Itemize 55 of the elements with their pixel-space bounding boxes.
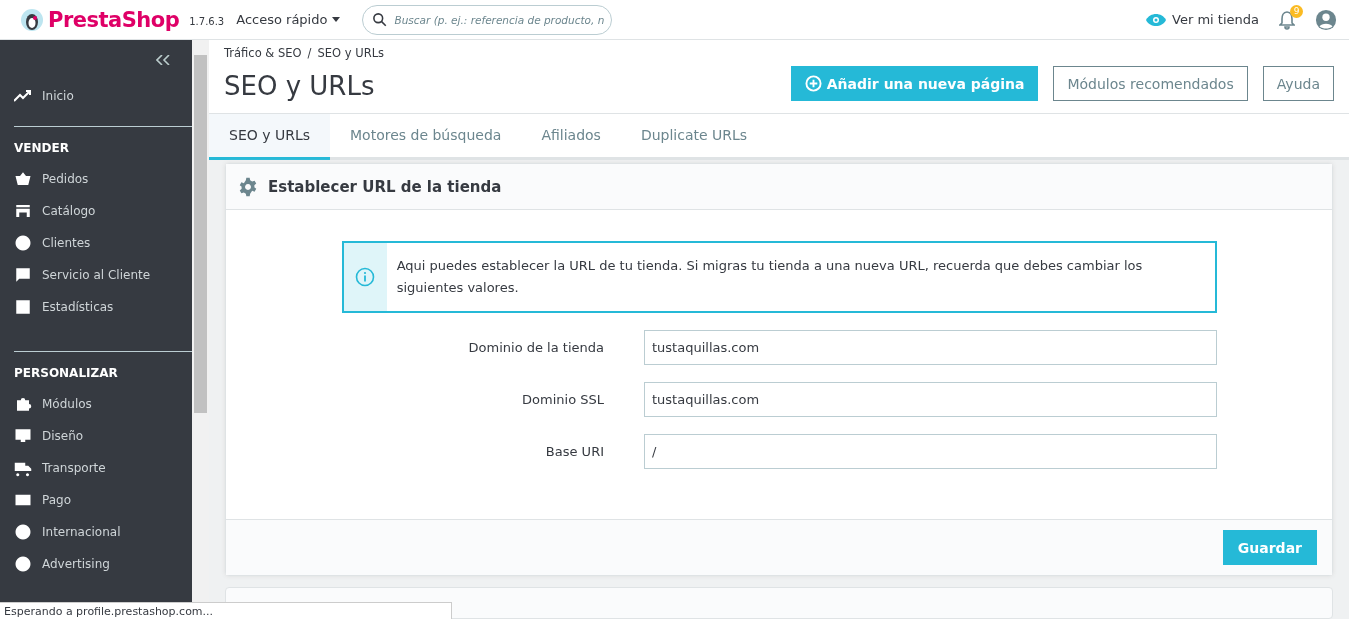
panel-title: Establecer URL de la tienda xyxy=(268,177,502,196)
eye-icon xyxy=(1146,13,1167,26)
version-text: 1.7.6.3 xyxy=(189,16,225,27)
tab[interactable]: Afiliados xyxy=(521,113,621,160)
chat-icon xyxy=(14,266,32,284)
info-icon xyxy=(355,267,376,287)
view-store-link[interactable]: Ver mi tienda xyxy=(1146,12,1259,27)
section-heading: VENDER xyxy=(13,140,70,157)
alert-message: Aqui puedes establecer la URL de tu tienda. Si migras tu tienda a una nueva URL, recuerda que debes cambiar los siguientes valores. xyxy=(395,257,1144,297)
status-tooltip: Esperando a profile.prestashop.com... xyxy=(0,602,452,619)
input-field[interactable]: tustaquillas.com xyxy=(644,382,1217,417)
breadcrumb-separator: / xyxy=(307,46,312,60)
toolbar-button[interactable]: Módulos recomendados xyxy=(1053,66,1248,101)
breadcrumb-link[interactable]: SEO y URLs xyxy=(317,46,385,60)
tab[interactable]: SEO y URLs xyxy=(209,113,330,160)
logo-text[interactable]: PrestaShop xyxy=(48,7,180,32)
field-label: Dominio SSL xyxy=(521,392,604,407)
notification-badge: 9 xyxy=(1290,4,1303,18)
sidebar-item[interactable]: Pago xyxy=(0,484,192,516)
store-icon xyxy=(14,202,32,220)
input-field[interactable]: / xyxy=(644,434,1217,469)
field-label: Dominio de la tienda xyxy=(467,340,604,355)
sidebar-item[interactable]: Estadísticas xyxy=(0,291,192,323)
sidebar-item[interactable]: Transporte xyxy=(0,452,192,484)
user-avatar-icon[interactable] xyxy=(1315,8,1337,31)
field-label: Base URI xyxy=(544,444,604,459)
sidebar-item[interactable]: Advertising xyxy=(0,548,192,580)
sidebar-item[interactable]: Clientes xyxy=(0,227,192,259)
quick-access-dropdown[interactable]: Acceso rápido xyxy=(236,12,341,27)
sidebar-item[interactable]: Servicio al Cliente xyxy=(0,259,192,291)
sidebar-item[interactable]: Diseño xyxy=(0,420,192,452)
search-field[interactable]: Buscar (p. ej.: referencia de producto, n xyxy=(362,4,613,35)
gear-icon xyxy=(238,176,258,197)
page-title: SEO y URLs xyxy=(224,70,375,101)
sidebar-item[interactable]: Catálogo xyxy=(0,195,192,227)
tab[interactable]: Duplicate URLs xyxy=(620,113,768,160)
basket-icon xyxy=(14,170,32,188)
breadcrumb-link[interactable]: Tráfico & SEO xyxy=(224,46,302,60)
bell-icon[interactable] xyxy=(1279,9,1295,30)
tab[interactable]: Motores de búsqueda xyxy=(330,113,522,160)
trending-up-icon xyxy=(14,90,32,102)
monitor-icon xyxy=(14,427,32,445)
section-heading: PERSONALIZAR xyxy=(13,365,119,382)
puzzle-icon xyxy=(14,395,32,413)
caret-icon xyxy=(332,17,341,22)
sidebar-item[interactable]: Pedidos xyxy=(0,163,192,195)
sidebar-item[interactable]: Internacional xyxy=(0,516,192,548)
input-field[interactable]: tustaquillas.com xyxy=(644,330,1217,365)
toolbar-button[interactable]: Ayuda xyxy=(1262,66,1334,101)
sidebar-item[interactable]: Inicio xyxy=(0,80,192,112)
plus-circle-icon xyxy=(804,75,822,92)
logo-icon xyxy=(20,7,44,32)
search-icon xyxy=(372,11,388,27)
sidebar-item[interactable]: Módulos xyxy=(0,388,192,420)
collapse-icon[interactable] xyxy=(156,55,170,65)
